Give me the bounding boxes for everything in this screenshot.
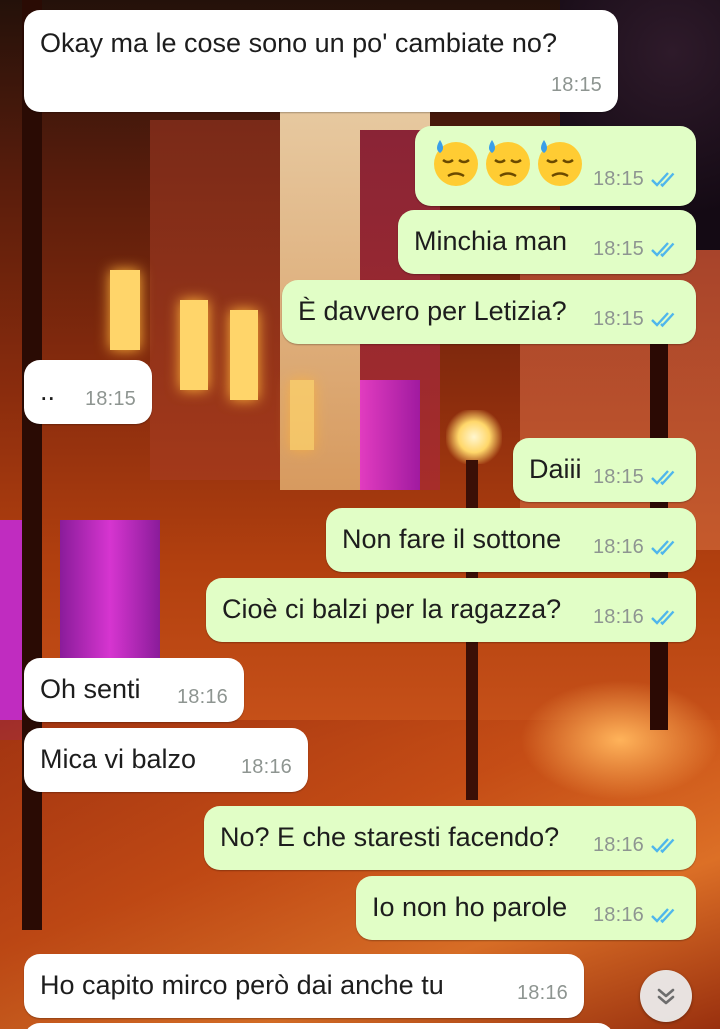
message-time: 18:16 xyxy=(592,834,644,856)
message-incoming[interactable]: Okay ma le cose sono un po' cambiate no?… xyxy=(24,10,618,112)
message-text: Ho capito mirco però dai anche tu xyxy=(40,970,444,1000)
downcast-face-with-sweat-icon xyxy=(535,136,585,188)
downcast-face-with-sweat-icon xyxy=(431,136,481,188)
double-check-icon xyxy=(651,242,675,258)
message-time: 18:15 xyxy=(550,74,602,96)
message-time: 18:16 xyxy=(176,686,228,708)
message-text: Io non ho parole xyxy=(372,892,568,922)
message-text: .. xyxy=(40,376,56,406)
message-time: 18:16 xyxy=(516,982,568,1004)
downcast-face-with-sweat-icon xyxy=(483,136,533,188)
message-outgoing[interactable]: Daiii 18:15 xyxy=(513,438,696,502)
message-incoming[interactable]: Mica vi balzo 18:16 xyxy=(24,728,308,792)
double-check-icon xyxy=(651,908,675,924)
message-outgoing[interactable]: No? E che staresti facendo? 18:16 xyxy=(204,806,696,870)
message-text: Daiii xyxy=(529,454,582,484)
message-outgoing[interactable]: 18:15 xyxy=(415,126,696,206)
message-text: Mica vi balzo xyxy=(40,744,197,774)
message-text: Okay ma le cose sono un po' cambiate no? xyxy=(40,28,557,58)
message-text: Non fare il sottone xyxy=(342,524,562,554)
message-time: 18:15 xyxy=(592,466,644,488)
message-outgoing[interactable]: Non fare il sottone 18:16 xyxy=(326,508,696,572)
message-time: 18:16 xyxy=(592,904,644,926)
message-text: Minchia man xyxy=(414,226,568,256)
message-text: Oh senti xyxy=(40,674,141,704)
double-chevron-down-icon xyxy=(657,988,675,1005)
message-list: Okay ma le cose sono un po' cambiate no?… xyxy=(0,0,720,1029)
message-text: Cioè ci balzi per la ragazza? xyxy=(222,594,562,624)
message-incoming[interactable]: .. 18:15 xyxy=(24,360,152,424)
message-incoming[interactable]: Ho capito mirco però dai anche tu 18:16 xyxy=(24,954,584,1018)
message-incoming-partial[interactable] xyxy=(24,1023,614,1029)
message-time: 18:15 xyxy=(592,168,644,190)
double-check-icon xyxy=(651,470,675,486)
message-incoming[interactable]: Oh senti 18:16 xyxy=(24,658,244,722)
message-outgoing[interactable]: Io non ho parole 18:16 xyxy=(356,876,696,940)
message-text: È davvero per Letizia? xyxy=(298,296,567,326)
double-check-icon xyxy=(651,540,675,556)
message-outgoing[interactable]: Cioè ci balzi per la ragazza? 18:16 xyxy=(206,578,696,642)
message-time: 18:15 xyxy=(592,308,644,330)
message-time: 18:16 xyxy=(592,606,644,628)
message-time: 18:16 xyxy=(592,536,644,558)
message-outgoing[interactable]: È davvero per Letizia? 18:15 xyxy=(282,280,696,344)
double-check-icon xyxy=(651,838,675,854)
message-outgoing[interactable]: Minchia man 18:15 xyxy=(398,210,696,274)
scroll-to-bottom-button[interactable] xyxy=(640,970,692,1022)
message-time: 18:15 xyxy=(84,388,136,410)
message-time: 18:16 xyxy=(240,756,292,778)
message-text: No? E che staresti facendo? xyxy=(220,822,560,852)
double-check-icon xyxy=(651,610,675,626)
double-check-icon xyxy=(651,312,675,328)
double-check-icon xyxy=(651,172,675,188)
message-time: 18:15 xyxy=(592,238,644,260)
